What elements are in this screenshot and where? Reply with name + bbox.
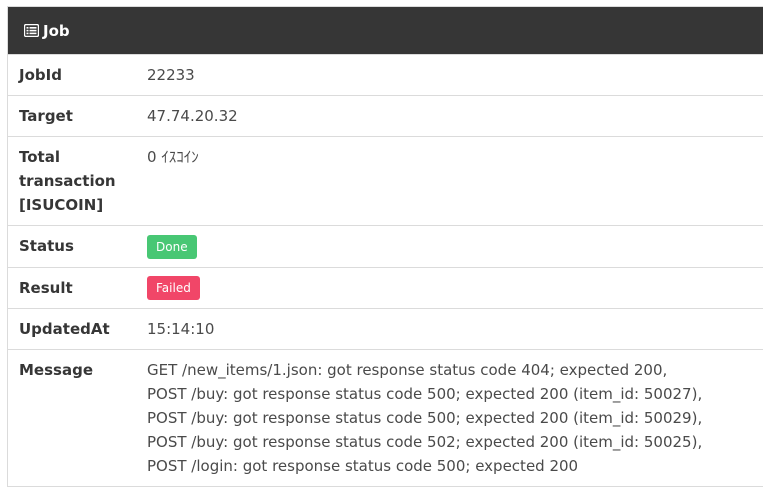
message-label: Message [8,349,136,486]
message-line: POST /buy: got response status code 502;… [147,433,703,451]
table-row: UpdatedAt 15:14:10 [8,308,763,350]
table-row: Status Done [8,225,763,267]
table-row: JobId 22233 [8,54,763,96]
total-label-line: transaction [19,172,116,190]
target-value: 47.74.20.32 [136,95,763,137]
table-row: Message GET /new_items/1.json: got respo… [8,349,763,486]
result-cell: Failed [136,266,763,309]
table-row: Total transaction [ISUCOIN] 0 ｲｽｺｲﾝ [8,136,763,226]
jobid-label: JobId [8,54,136,96]
status-label: Status [8,225,136,267]
list-icon [24,24,39,37]
message-line: POST /login: got response status code 50… [147,457,579,475]
job-info-table: JobId 22233 Target 47.74.20.32 Total tra… [8,54,763,486]
status-badge: Done [147,234,197,259]
table-row: Target 47.74.20.32 [8,95,763,137]
jobid-value: 22233 [136,54,763,96]
result-badge: Failed [147,276,200,300]
message-line: POST /buy: got response status code 500;… [147,409,703,427]
status-cell: Done [136,225,763,267]
total-label-line: Total [19,148,60,166]
message-line: POST /buy: got response status code 500;… [147,385,703,403]
card-header: Job [8,7,763,54]
total-transaction-value: 0 ｲｽｺｲﾝ [136,136,763,226]
message-value: GET /new_items/1.json: got response stat… [136,349,763,486]
target-label: Target [8,95,136,137]
total-label-line: [ISUCOIN] [19,196,104,214]
card-title: Job [43,21,70,40]
job-card: Job JobId 22233 Target 47.74.20.32 Total… [7,6,763,487]
result-label: Result [8,266,136,309]
updatedat-value: 15:14:10 [136,308,763,350]
message-line: GET /new_items/1.json: got response stat… [147,361,668,379]
table-row: Result Failed [8,266,763,309]
total-transaction-label: Total transaction [ISUCOIN] [8,136,136,226]
updatedat-label: UpdatedAt [8,308,136,350]
